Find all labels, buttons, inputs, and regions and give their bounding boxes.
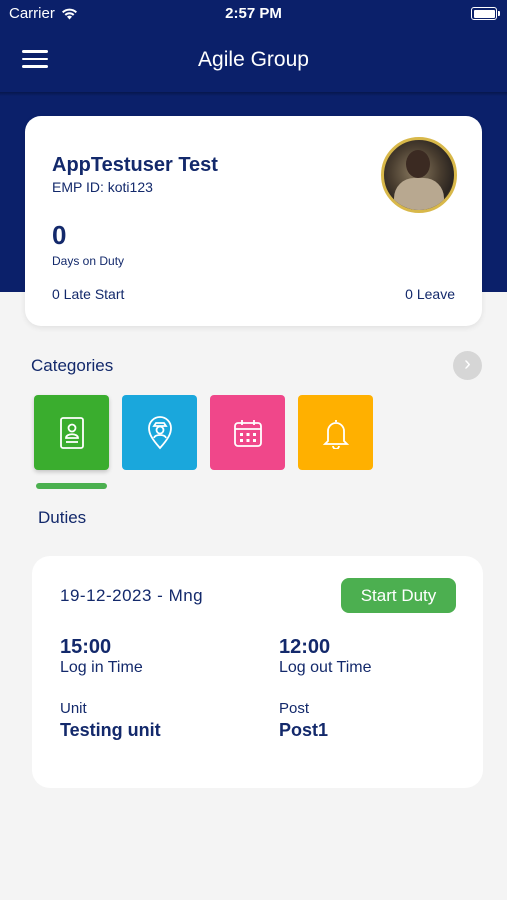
calendar-icon xyxy=(233,419,262,447)
category-selected-indicator xyxy=(36,483,107,489)
status-bar: Carrier 2:57 PM xyxy=(0,0,507,28)
late-start-count: 0 Late Start xyxy=(52,286,125,302)
start-duty-button[interactable]: Start Duty xyxy=(341,578,456,613)
category-alerts[interactable] xyxy=(298,395,373,470)
clock: 2:57 PM xyxy=(225,5,282,22)
leave-count: 0 Leave xyxy=(405,286,455,302)
duty-card: 19-12-2023 - Mng Start Duty 15:00 Log in… xyxy=(32,556,483,788)
post-value: Post1 xyxy=(279,720,329,740)
days-on-duty-count: 0 xyxy=(52,220,67,250)
guard-location-icon xyxy=(147,415,172,449)
category-location[interactable] xyxy=(122,395,197,470)
unit-value: Testing unit xyxy=(60,720,161,740)
login-time-label: Log in Time xyxy=(60,659,143,676)
bell-icon xyxy=(322,419,349,449)
logout-time-label: Log out Time xyxy=(279,659,372,676)
login-time-value: 15:00 xyxy=(60,636,112,658)
id-card-icon xyxy=(59,416,84,449)
header-divider xyxy=(0,92,507,96)
user-name: AppTestuser Test xyxy=(52,154,218,176)
categories-heading: Categories xyxy=(31,356,114,375)
chevron-right-icon[interactable]: › xyxy=(453,351,482,380)
app-header: Agile Group xyxy=(0,28,507,92)
battery-icon xyxy=(471,7,500,20)
selected-category-label: Duties xyxy=(38,508,87,527)
profile-card: AppTestuser Test EMP ID: koti123 0 Days … xyxy=(25,116,482,326)
post-label: Post xyxy=(279,700,310,717)
category-calendar[interactable] xyxy=(210,395,285,470)
employee-id: EMP ID: koti123 xyxy=(52,179,153,195)
page-title: Agile Group xyxy=(198,48,309,71)
duty-date-shift: 19-12-2023 - Mng xyxy=(60,586,204,605)
avatar[interactable] xyxy=(381,137,457,213)
unit-label: Unit xyxy=(60,700,87,717)
days-on-duty-label: Days on Duty xyxy=(52,254,125,268)
category-duties[interactable] xyxy=(34,395,109,470)
logout-time-value: 12:00 xyxy=(279,636,331,658)
